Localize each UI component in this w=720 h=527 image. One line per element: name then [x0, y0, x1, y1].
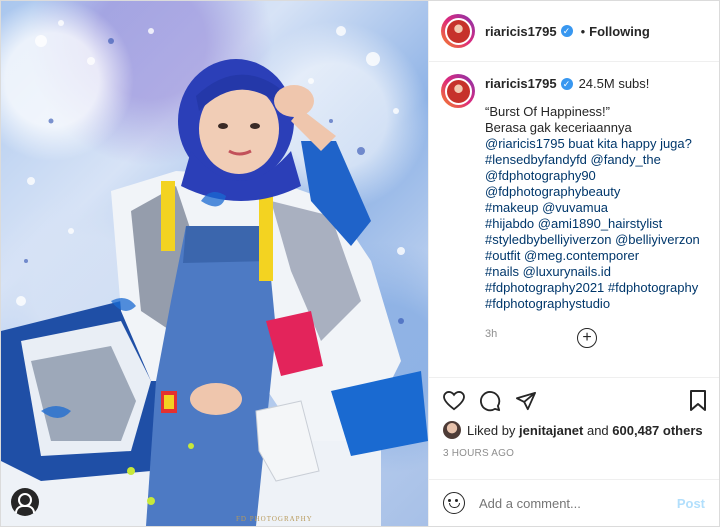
- post-sidebar: riaricis1795 ✓ • Following riaricis1795 …: [428, 1, 719, 526]
- caption: riaricis1795 ✓ 24.5M subs! “Burst Of Hap…: [441, 74, 707, 342]
- caption-line[interactable]: #makeup @vuvamua: [485, 200, 700, 216]
- caption-line[interactable]: #outfit @meg.contemporer: [485, 248, 700, 264]
- photo-illustration: FD PHOTOGRAPHY: [1, 20, 428, 526]
- post-photo[interactable]: FD PHOTOGRAPHY: [1, 1, 428, 526]
- caption-line[interactable]: #hijabdo @ami1890_hairstylist: [485, 216, 700, 232]
- caption-line[interactable]: #nails @luxurynails.id: [485, 264, 700, 280]
- caption-avatar[interactable]: [441, 74, 475, 108]
- caption-first-line: riaricis1795 ✓ 24.5M subs!: [485, 76, 700, 92]
- caption-line[interactable]: #styledbybelliyiverzon @belliyiverzon: [485, 232, 700, 248]
- verified-badge-icon: ✓: [560, 25, 573, 37]
- caption-text: “Burst Of Happiness!” Berasa gak keceria…: [485, 104, 700, 312]
- caption-line[interactable]: @fdphotographybeauty: [485, 184, 700, 200]
- liker-avatar[interactable]: [443, 421, 461, 439]
- comment-form: Post: [429, 479, 719, 526]
- header-avatar[interactable]: [441, 14, 475, 48]
- action-icons: [443, 390, 705, 412]
- plus-circle-icon[interactable]: +: [577, 328, 597, 348]
- likes-prefix: Liked by: [467, 422, 516, 438]
- caption-line[interactable]: @fdphotography90: [485, 168, 700, 184]
- heart-icon[interactable]: [443, 391, 465, 411]
- caption-line[interactable]: @riaricis1795 buat kita happy juga?: [485, 136, 700, 152]
- header-separator: •: [580, 23, 586, 39]
- caption-subs: 24.5M subs!: [578, 76, 650, 91]
- photo-watermark: FD PHOTOGRAPHY: [236, 515, 313, 523]
- liker-username[interactable]: jenitajanet: [519, 423, 583, 438]
- instagram-post-modal: FD PHOTOGRAPHY riaricis1795 ✓ • Followin…: [0, 0, 720, 527]
- likes-middle: and: [586, 422, 609, 438]
- post-timestamp[interactable]: 3 HOURS AGO: [443, 448, 705, 459]
- header-username[interactable]: riaricis1795: [485, 24, 557, 39]
- user-tag-icon[interactable]: [11, 488, 39, 516]
- caption-line[interactable]: #fdphotography2021 #fdphotography: [485, 280, 700, 296]
- following-button[interactable]: Following: [589, 24, 650, 39]
- caption-line[interactable]: #lensedbyfandyfd @fandy_the: [485, 152, 700, 168]
- post-comment-button[interactable]: Post: [677, 496, 705, 511]
- likes-summary: Liked by jenitajanet and 600,487 others: [443, 421, 705, 439]
- comment-icon[interactable]: [479, 390, 501, 412]
- caption-line[interactable]: #fdphotographystudio: [485, 296, 700, 312]
- caption-line: “Burst Of Happiness!”: [485, 104, 610, 119]
- emoji-icon[interactable]: [443, 492, 465, 514]
- comments-area: riaricis1795 ✓ 24.5M subs! “Burst Of Hap…: [429, 62, 719, 377]
- comment-input[interactable]: [477, 494, 677, 512]
- paper-plane-icon[interactable]: [515, 391, 537, 411]
- bookmark-icon[interactable]: [689, 390, 707, 417]
- caption-username[interactable]: riaricis1795: [485, 76, 557, 92]
- caption-body: riaricis1795 ✓ 24.5M subs! “Burst Of Hap…: [485, 76, 700, 342]
- post-header: riaricis1795 ✓ • Following: [429, 1, 719, 62]
- likes-others[interactable]: 600,487 others: [612, 423, 702, 438]
- verified-badge-icon: ✓: [560, 78, 573, 90]
- post-actions: Liked by jenitajanet and 600,487 others …: [429, 377, 719, 479]
- caption-line: Berasa gak keceriaannya: [485, 120, 632, 135]
